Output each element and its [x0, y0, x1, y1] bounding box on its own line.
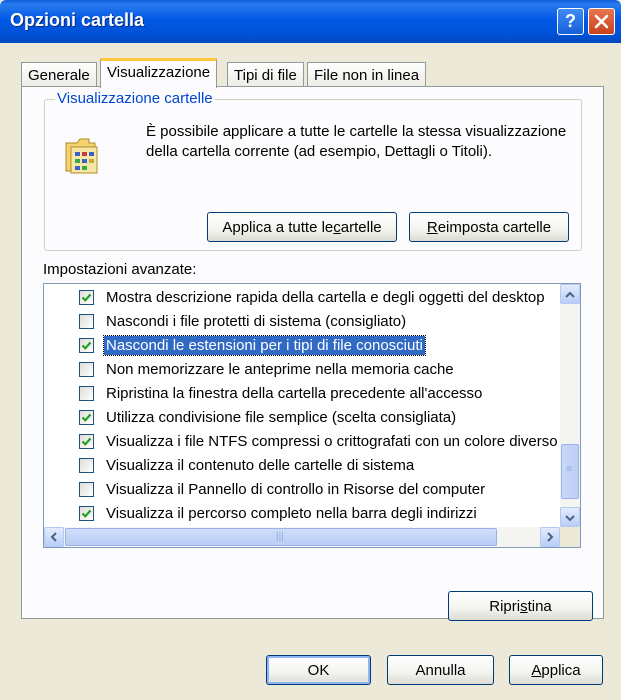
advanced-setting-row[interactable]: Non memorizzare le anteprime nella memor… — [44, 358, 560, 382]
setting-label: Visualizza i file NTFS compressi o critt… — [106, 433, 558, 450]
scroll-right-button[interactable] — [540, 527, 560, 547]
scrollbar-corner — [560, 527, 580, 547]
setting-checkbox[interactable] — [79, 338, 94, 353]
chevron-right-icon — [546, 529, 554, 546]
grip-icon: ≡ — [566, 464, 572, 475]
advanced-setting-row[interactable]: Visualizza i file NTFS compressi o critt… — [44, 430, 560, 454]
vertical-scroll-thumb[interactable]: ≡ — [561, 444, 579, 499]
accelerator-key: s — [520, 597, 528, 615]
reset-folders-button[interactable]: Reimposta cartelle — [409, 212, 569, 242]
setting-label: Visualizza il Pannello di controllo in R… — [106, 481, 486, 498]
advanced-setting-row[interactable]: Utilizza condivisione file semplice (sce… — [44, 406, 560, 430]
setting-label: Nascondi le estensioni per i tipi di fil… — [103, 335, 426, 356]
advanced-settings-items: Mostra descrizione rapida della cartella… — [44, 286, 560, 526]
button-label: Applica a tutte le — [222, 218, 334, 236]
help-button[interactable]: ? — [557, 8, 584, 35]
horizontal-scrollbar[interactable]: ||| — [44, 527, 560, 547]
advanced-setting-row[interactable]: Visualizza il percorso completo nella ba… — [44, 502, 560, 526]
setting-checkbox[interactable] — [79, 434, 94, 449]
setting-label: Utilizza condivisione file semplice (sce… — [106, 409, 457, 426]
apply-button[interactable]: Applica — [509, 655, 603, 685]
window-title: Opzioni cartella — [10, 10, 145, 30]
checkmark-icon — [81, 341, 92, 350]
accelerator-key: c — [333, 218, 341, 236]
tab-tipi-di-file[interactable]: Tipi di file — [227, 62, 304, 87]
checkmark-icon — [81, 437, 92, 446]
setting-checkbox[interactable] — [79, 362, 94, 377]
button-label: tina — [527, 597, 552, 615]
ok-button[interactable]: OK — [266, 655, 371, 685]
setting-checkbox[interactable] — [79, 506, 94, 521]
tab-visualizzazione[interactable]: Visualizzazione — [100, 58, 218, 88]
vertical-scrollbar[interactable]: ≡ — [560, 284, 580, 527]
scroll-left-button[interactable] — [44, 527, 64, 547]
setting-checkbox[interactable] — [79, 386, 94, 401]
checkmark-icon — [81, 413, 92, 422]
setting-checkbox[interactable] — [79, 290, 94, 305]
button-label: pplica — [541, 661, 581, 679]
button-label: artelle — [340, 218, 382, 236]
close-button[interactable] — [588, 8, 615, 35]
tab-generale[interactable]: Generale — [21, 62, 97, 87]
setting-label: Visualizza il percorso completo nella ba… — [106, 505, 477, 522]
setting-checkbox[interactable] — [79, 410, 94, 425]
advanced-setting-row[interactable]: Ripristina la finestra della cartella pr… — [44, 382, 560, 406]
cancel-button[interactable]: Annulla — [387, 655, 494, 685]
folder-view-icon — [63, 133, 101, 181]
setting-label: Visualizza il contenuto delle cartelle d… — [106, 457, 415, 474]
folder-views-group: Visualizzazione cartelle È possibile app… — [44, 90, 582, 251]
setting-label: Nascondi i file protetti di sistema (con… — [106, 313, 407, 330]
close-icon — [594, 14, 609, 29]
advanced-settings-label: Impostazioni avanzate: — [43, 261, 197, 278]
tab-file-non-in-linea[interactable]: File non in linea — [307, 62, 427, 87]
restore-defaults-button[interactable]: Ripri s tina — [448, 591, 593, 621]
advanced-setting-row[interactable]: Visualizza il Pannello di controllo in R… — [44, 478, 560, 502]
folder-views-description: È possibile applicare a tutte le cartell… — [146, 123, 567, 160]
grip-icon: ||| — [276, 531, 284, 542]
setting-checkbox[interactable] — [79, 314, 94, 329]
advanced-setting-row[interactable]: Nascondi i file protetti di sistema (con… — [44, 310, 560, 334]
setting-checkbox[interactable] — [79, 482, 94, 497]
button-label: Ripri — [489, 597, 521, 615]
scroll-up-button[interactable] — [560, 284, 580, 304]
folder-views-title: Visualizzazione cartelle — [55, 90, 215, 107]
apply-to-all-folders-button[interactable]: Applica a tutte le c artelle — [207, 212, 397, 242]
advanced-setting-row[interactable]: Mostra descrizione rapida della cartella… — [44, 286, 560, 310]
setting-label: Ripristina la finestra della cartella pr… — [106, 385, 483, 402]
horizontal-scroll-thumb[interactable]: ||| — [65, 528, 497, 546]
accelerator-key: R — [426, 218, 438, 236]
scroll-down-button[interactable] — [560, 507, 580, 527]
checkmark-icon — [81, 509, 92, 518]
chevron-up-icon — [565, 286, 575, 303]
advanced-setting-row[interactable]: Visualizza il contenuto delle cartelle d… — [44, 454, 560, 478]
help-icon: ? — [565, 11, 576, 31]
setting-label: Mostra descrizione rapida della cartella… — [106, 289, 545, 306]
chevron-left-icon — [50, 529, 58, 546]
accelerator-key: A — [531, 661, 542, 679]
advanced-settings-list: Mostra descrizione rapida della cartella… — [43, 283, 581, 548]
title-bar: Opzioni cartella ? — [0, 0, 621, 43]
chevron-down-icon — [565, 509, 575, 526]
setting-label: Non memorizzare le anteprime nella memor… — [106, 361, 454, 378]
tab-panel-visualizzazione: Visualizzazione cartelle È possibile app… — [21, 86, 604, 621]
checkmark-icon — [81, 293, 92, 302]
advanced-setting-row[interactable]: Nascondi le estensioni per i tipi di fil… — [44, 334, 560, 358]
setting-checkbox[interactable] — [79, 458, 94, 473]
button-label: eimposta cartelle — [437, 218, 552, 236]
